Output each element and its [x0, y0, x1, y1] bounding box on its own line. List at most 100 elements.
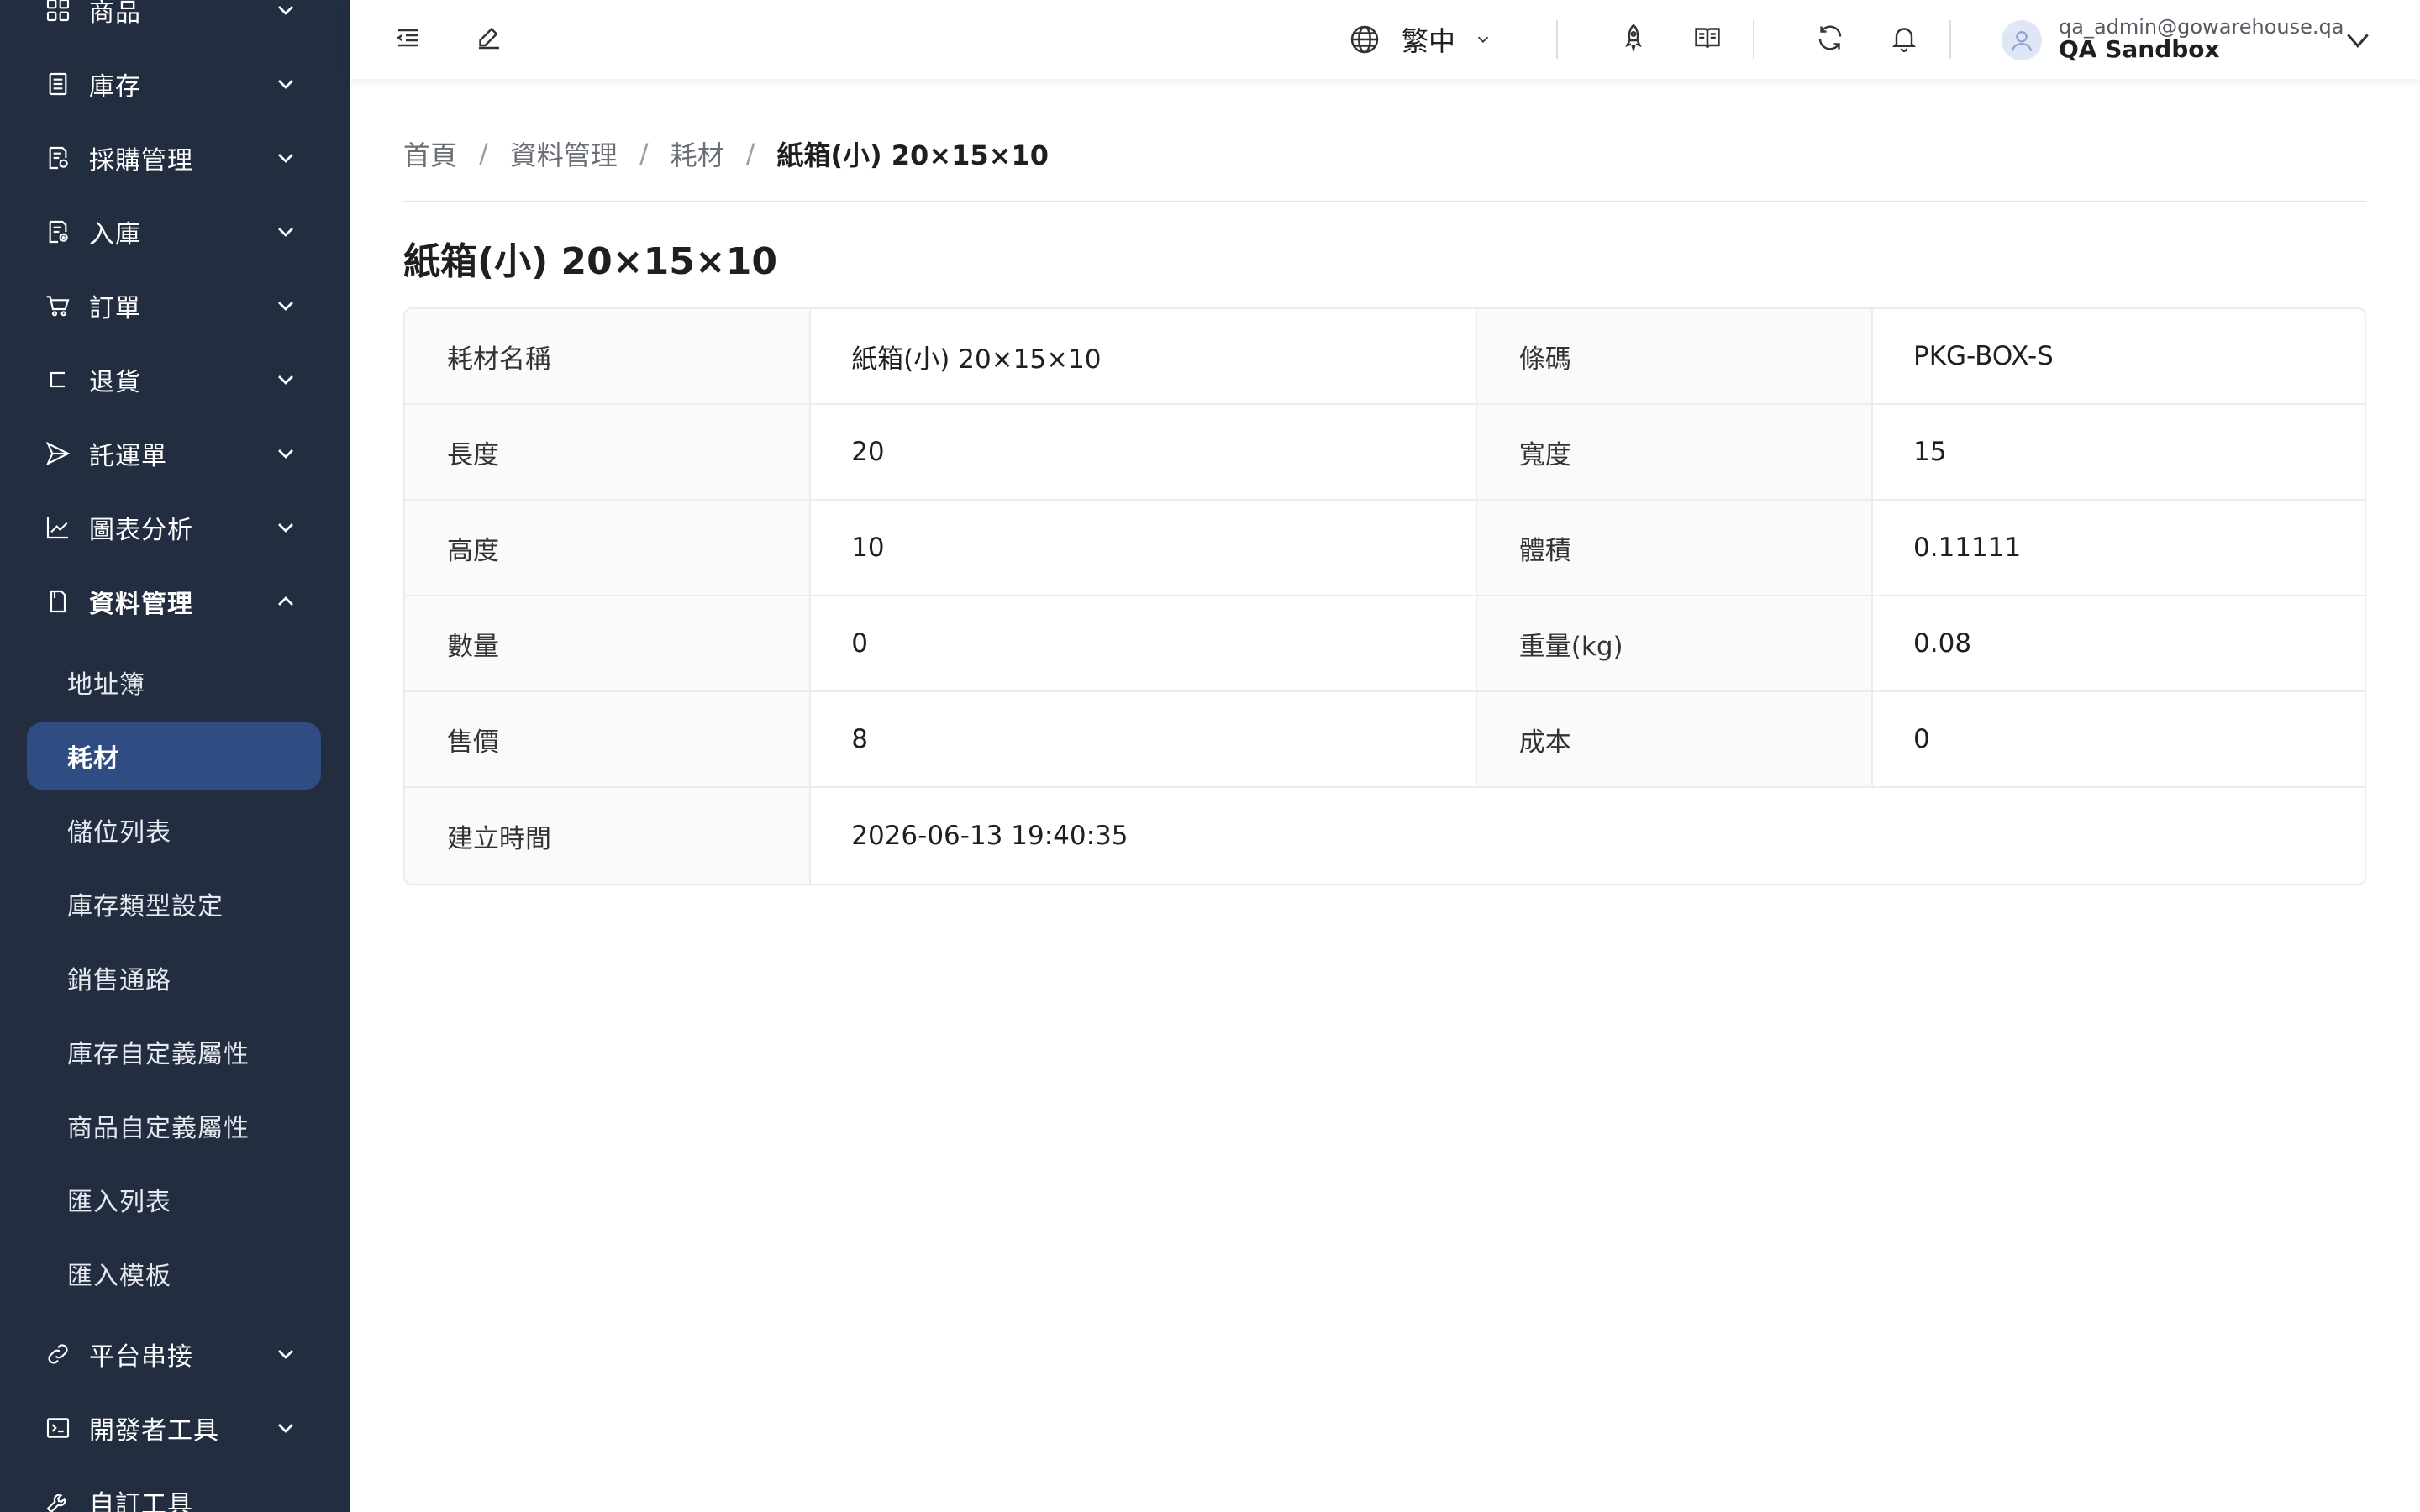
sidebar-item-custom-tools[interactable]: 自訂工具 [27, 1468, 323, 1512]
breadcrumb-separator: / [479, 138, 488, 170]
weight-value: 0.08 [1913, 628, 1972, 659]
breadcrumb-current: 紙箱(小) 20×15×10 [776, 139, 1050, 171]
user-icon [2011, 30, 2033, 52]
header-divider [1556, 20, 1558, 59]
quantity-value: 0 [811, 596, 1477, 690]
sidebar-subitem-label: 庫存自定義屬性 [67, 1040, 250, 1069]
header-divider [1949, 20, 1951, 59]
sidebar-item-label: 圖表分析 [89, 516, 193, 545]
menu-fold-icon [393, 23, 424, 56]
field-label: 重量(kg) [1476, 596, 1874, 690]
chevron-down-icon [1477, 36, 1489, 44]
notifications-button[interactable] [1887, 23, 1921, 56]
sidebar-item-inbound[interactable]: 入庫 [27, 198, 323, 265]
terminal-icon [44, 1414, 72, 1442]
sidebar-item-analytics[interactable]: 圖表分析 [27, 494, 323, 561]
sidebar-item-label: 訂單 [89, 294, 141, 323]
breadcrumb-data-management[interactable]: 資料管理 [510, 134, 618, 173]
sidebar-item-orders[interactable]: 訂單 [27, 272, 323, 339]
language-label: 繁中 [1402, 25, 1456, 57]
sidebar-item-integrations[interactable]: 平台串接 [27, 1320, 323, 1388]
divider [403, 201, 2366, 202]
field-label: 數量 [405, 596, 812, 690]
refresh-icon [1815, 23, 1845, 56]
sidebar-subitem-inventory-types[interactable]: 庫存類型設定 [27, 870, 321, 937]
field-label: 售價 [405, 692, 812, 786]
document-icon [44, 587, 72, 616]
sidebar-subitem-locations[interactable]: 儲位列表 [27, 796, 321, 864]
return-icon [44, 365, 72, 394]
edit-button[interactable] [472, 23, 506, 56]
sidebar-item-developer-tools[interactable]: 開發者工具 [27, 1394, 323, 1462]
sidebar-item-data-management[interactable]: 資料管理 [27, 568, 323, 635]
sidebar-item-returns[interactable]: 退貨 [27, 346, 323, 413]
length-value: 20 [811, 405, 1477, 499]
chevron-down-icon [272, 440, 299, 467]
sidebar: 商品 庫存 採購管理 入庫 訂單 退貨 託運單 圖表分析 資料管理 地址簿 耗材… [0, 0, 350, 1512]
sidebar-item-inventory[interactable]: 庫存 [27, 50, 323, 118]
table-row: 售價 8 成本 0 [405, 692, 2365, 788]
chevron-down-icon [272, 292, 299, 319]
sidebar-item-products[interactable]: 商品 [27, 0, 323, 44]
grid-icon [44, 0, 72, 24]
collapse-menu-button[interactable] [392, 23, 425, 56]
sidebar-subitem-consumables[interactable]: 耗材 [27, 722, 321, 790]
sidebar-item-shipments[interactable]: 託運單 [27, 420, 323, 487]
breadcrumb-consumables[interactable]: 耗材 [671, 134, 724, 173]
chevron-up-icon [272, 588, 299, 615]
chevron-down-icon [272, 144, 299, 171]
width-value: 15 [1913, 437, 1947, 467]
page-title: 紙箱(小) 20×15×10 [403, 240, 777, 283]
refresh-button[interactable] [1813, 23, 1847, 56]
bell-icon [1889, 23, 1919, 56]
cost-value: 0 [1913, 724, 1930, 754]
field-label: 建立時間 [405, 788, 812, 884]
user-organization: QA Sandbox [2059, 35, 2220, 63]
pencil-icon [474, 23, 504, 56]
header-divider [1753, 20, 1754, 59]
sidebar-subitem-import-templates[interactable]: 匯入模板 [27, 1240, 321, 1307]
sidebar-subitem-import-list[interactable]: 匯入列表 [27, 1166, 321, 1233]
sidebar-item-label: 入庫 [89, 220, 141, 249]
language-selector[interactable]: 繁中 [1348, 18, 1492, 60]
breadcrumb-separator: / [639, 138, 649, 170]
chevron-down-icon [272, 1415, 299, 1441]
created-at-value: 2026-06-13 19:40:35 [851, 821, 1128, 851]
chevron-down-icon [272, 366, 299, 393]
sidebar-subitem-address-book[interactable]: 地址簿 [27, 648, 321, 716]
sidebar-subitem-label: 匯入列表 [67, 1188, 171, 1217]
purchase-icon [44, 144, 72, 172]
user-menu-chevron-icon[interactable] [2341, 24, 2375, 57]
wrench-icon [44, 1488, 72, 1512]
avatar[interactable] [2002, 20, 2042, 60]
sidebar-subitem-label: 商品自定義屬性 [67, 1114, 250, 1143]
docs-button[interactable] [1691, 23, 1724, 56]
sidebar-subitem-label: 銷售通路 [67, 966, 171, 995]
rocket-button[interactable] [1617, 23, 1650, 56]
top-header: 繁中 qa_admin@gowarehouse.qa QA Sandbox [350, 0, 2420, 79]
breadcrumb-home[interactable]: 首頁 [403, 134, 457, 173]
globe-icon [1350, 25, 1379, 54]
link-icon [44, 1340, 72, 1368]
sidebar-subitem-label: 儲位列表 [67, 818, 171, 848]
sidebar-item-label: 採購管理 [89, 146, 193, 176]
consumable-name-value: 紙箱(小) 20×15×10 [811, 309, 1477, 403]
cart-icon [44, 291, 72, 320]
volume-value: 0.11111 [1913, 533, 2022, 563]
table-row: 耗材名稱 紙箱(小) 20×15×10 條碼 PKG-BOX-S [405, 309, 2365, 405]
sidebar-subitem-label: 耗材 [67, 744, 119, 774]
inventory-icon [44, 70, 72, 98]
breadcrumb: 首頁 / 資料管理 / 耗材 / 紙箱(小) 20×15×10 [403, 134, 1049, 173]
chevron-down-icon [272, 218, 299, 245]
sidebar-subitem-product-attributes[interactable]: 商品自定義屬性 [27, 1092, 321, 1159]
send-icon [44, 439, 72, 468]
sidebar-item-label: 商品 [89, 0, 141, 28]
field-label: 成本 [1476, 692, 1874, 786]
sidebar-item-purchasing[interactable]: 採購管理 [27, 124, 323, 192]
inbound-icon [44, 218, 72, 246]
sidebar-subitem-label: 地址簿 [67, 670, 145, 700]
sidebar-subitem-inventory-attributes[interactable]: 庫存自定義屬性 [27, 1018, 321, 1085]
rocket-icon [1618, 23, 1649, 56]
sidebar-subitem-sales-channels[interactable]: 銷售通路 [27, 944, 321, 1011]
sidebar-item-label: 資料管理 [89, 590, 193, 619]
